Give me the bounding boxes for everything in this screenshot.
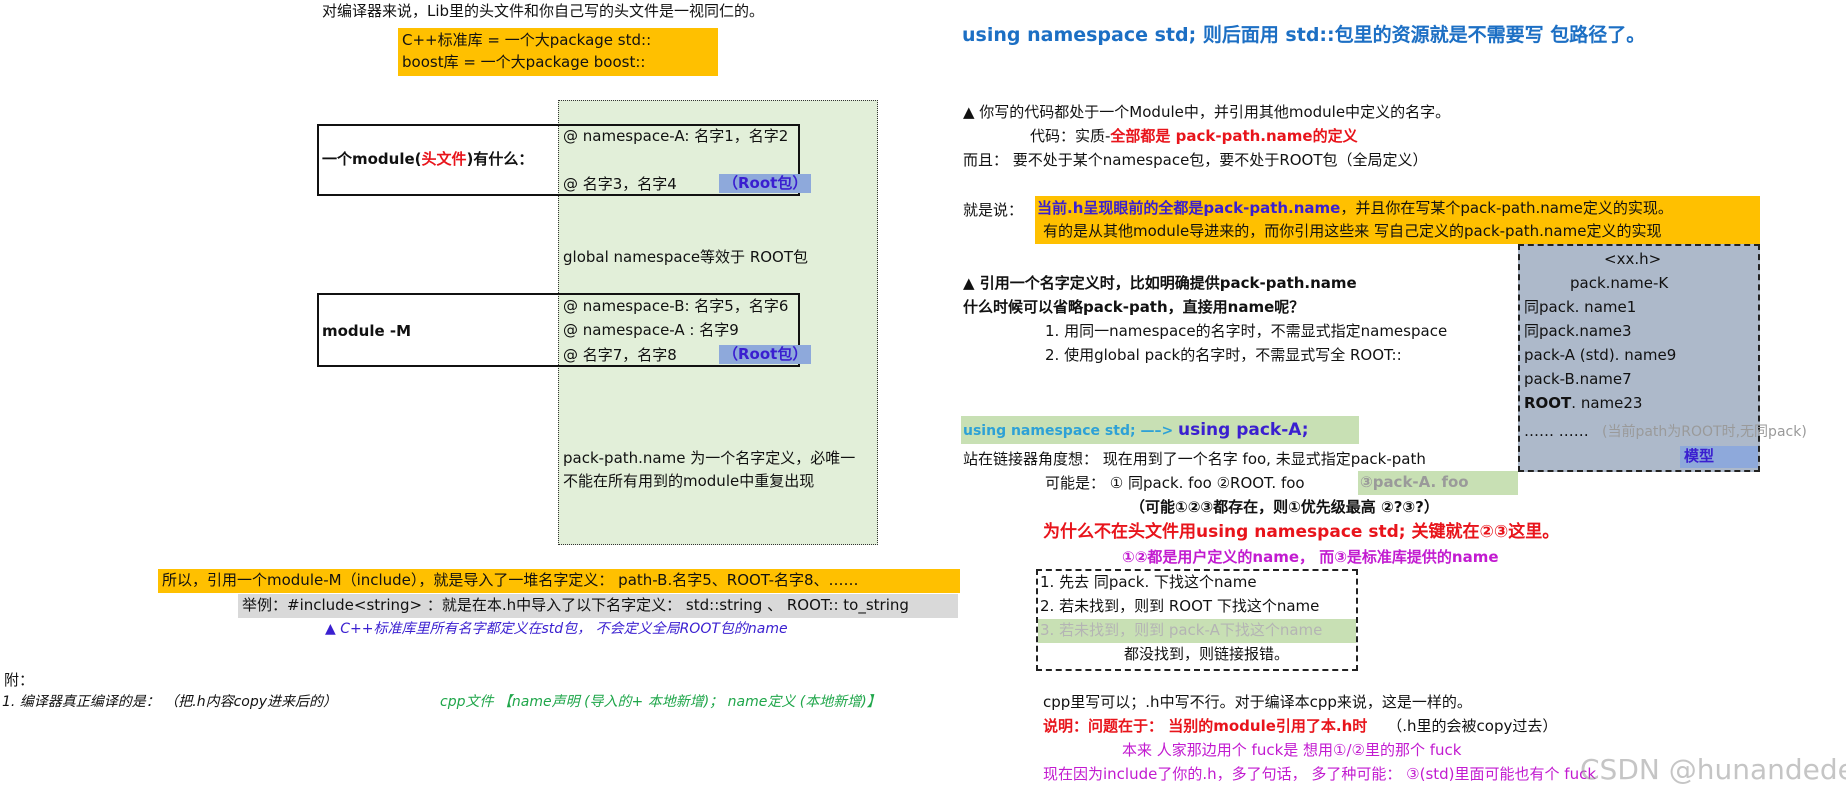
include-note-bar: 所以，引用一个module-M（include），就是导入了一堆名字定义： pa… bbox=[158, 569, 960, 593]
module2-namespace-a: @ namespace-A : 名字9 bbox=[563, 321, 739, 339]
module2-left-line bbox=[317, 293, 319, 367]
why-not-header: 为什么不在头文件用using namespace std; 关键就在②③这里。 bbox=[1043, 522, 1560, 542]
linker-pack-a-bg: ③pack-A. foo bbox=[1358, 471, 1518, 495]
step-3: 3. 若未找到，则到 pack-A下找这个name bbox=[1040, 621, 1323, 639]
that-is-line-2: 有的是从其他module导进来的，而你引用这些来 写自己定义的pack-path… bbox=[1043, 222, 1662, 240]
global-namespace-note: global namespace等效于 ROOT包 bbox=[563, 248, 809, 266]
module2-top-line bbox=[317, 293, 799, 295]
explanation-line-1: 说明：问题在于： 当别的module引用了本.h时 （.h里的会被copy过去） bbox=[1043, 717, 1557, 736]
module1-root-names: @ 名字3，名字4 bbox=[563, 175, 677, 193]
model-subheader: pack.name-K bbox=[1570, 274, 1669, 292]
using-pack-a: using pack-A; bbox=[1177, 420, 1309, 440]
lookup-steps-box: 1. 先去 同pack. 下找这个name 2. 若未找到，则到 ROOT 下找… bbox=[1036, 569, 1358, 671]
module1-bottom-line bbox=[317, 194, 799, 196]
that-is-line-1a: 当前.h呈现眼前的全都是pack-path.name bbox=[1037, 199, 1341, 217]
pack-def-line-2: 不能在所有用到的module中重复出现 bbox=[563, 472, 815, 490]
model-row-2: 同pack.name3 bbox=[1524, 322, 1632, 340]
module-note-1: ▲ 你写的代码都处于一个Module中，并引用其他module中定义的名字。 bbox=[963, 103, 1451, 121]
example-bar: 举例：#include<string> ：就是在本.h中导入了以下名字定义： s… bbox=[238, 594, 958, 618]
explanation-line-3: 现在因为include了你的.h，多了句话， 多了种可能： ③(std)里面可能… bbox=[1043, 765, 1597, 783]
module-note-2-red: 全部都是 pack-path.name的定义 bbox=[1110, 127, 1358, 145]
model-header: <xx.h> bbox=[1604, 250, 1662, 268]
std-package-line: C++标准库 = 一个大package std:: bbox=[402, 31, 652, 49]
module2-root-names: @ 名字7，名字8 bbox=[563, 346, 677, 364]
module1-left-line bbox=[317, 124, 319, 196]
model-row-5-rest: . name23 bbox=[1571, 394, 1643, 412]
explanation-red: 说明：问题在于： 当别的module引用了本.h时 bbox=[1043, 717, 1368, 735]
module-note-2-pre: 代码：实质- bbox=[1030, 127, 1111, 145]
model-row-6-note: (当前path为ROOT时,无同pack) bbox=[1602, 424, 1807, 440]
module-note-3: 而且： 要不处于某个namespace包，要不处于ROOT包（全局定义） bbox=[963, 151, 1428, 169]
step-2: 2. 若未找到，则到 ROOT 下找这个name bbox=[1040, 597, 1320, 615]
module2-namespace-b: @ namespace-B: 名字5，名字6 bbox=[563, 297, 789, 315]
module1-label: 一个module(头文件)有什么： bbox=[322, 150, 533, 169]
using-std: using namespace std; —–> bbox=[963, 423, 1174, 439]
linker-line-2: 可能是： ① 同pack. foo ②ROOT. foo bbox=[1045, 474, 1305, 492]
module1-label-pre: 一个module( bbox=[322, 150, 422, 168]
module2-bottom-line bbox=[317, 365, 799, 367]
module1-top-line bbox=[317, 124, 799, 126]
model-row-1: 同pack. name1 bbox=[1524, 298, 1637, 316]
explanation-rest: （.h里的会被copy过去） bbox=[1387, 717, 1558, 735]
appendix-line-2: cpp文件 【name声明 (导入的+ 本地新增)； name定义 (本地新增)… bbox=[440, 694, 881, 710]
answer-1: 1. 用同一namespace的名字时，不需显式指定namespace bbox=[1045, 322, 1448, 340]
that-is-line-1b: ，并且你在写某个pack-path.name定义的实现。 bbox=[1340, 199, 1673, 217]
model-row-5-root: ROOT bbox=[1524, 394, 1572, 412]
explanation-line-2: 本来 人家那边用个 fuck是 想用①/②里的那个 fuck bbox=[1122, 741, 1462, 759]
step-4: 都没找到，则链接报错。 bbox=[1124, 645, 1290, 663]
module1-label-post: )有什么： bbox=[466, 150, 534, 168]
std-boost-note: C++标准库 = 一个大package std:: boost库 = 一个大pa… bbox=[398, 28, 718, 76]
model-row-6: …… …… bbox=[1524, 422, 1589, 440]
that-is-bar: 当前.h呈现眼前的全都是pack-path.name，并且你在写某个pack-p… bbox=[1035, 196, 1760, 244]
linker-line-3: （可能①②③都存在，则①优先级最高 ②?③?） bbox=[1130, 498, 1439, 516]
appendix-title: 附： bbox=[4, 671, 35, 689]
linker-pack-a: ③pack-A. foo bbox=[1360, 473, 1469, 491]
module1-namespace-a: @ namespace-A: 名字1，名字2 bbox=[563, 127, 789, 145]
module2-label: module -M bbox=[322, 322, 412, 340]
model-row-5: ROOT. name23 bbox=[1524, 394, 1642, 413]
model-tag: 模型 bbox=[1684, 447, 1715, 465]
using-bar: using namespace std; —–> using pack-A; bbox=[961, 416, 1359, 444]
pack-def-line-1: pack-path.name 为一个名字定义，必唯一 bbox=[563, 449, 856, 467]
question-1: ▲ 引用一个名字定义时，比如明确提供pack-path.name bbox=[963, 274, 1357, 292]
cpp-ok-note: cpp里写可以；.h中写不行。对于编译本cpp来说，这是一样的。 bbox=[1043, 693, 1472, 711]
model-row-4: pack-B.name7 bbox=[1524, 370, 1632, 388]
include-note: 所以，引用一个module-M（include），就是导入了一堆名字定义： pa… bbox=[162, 571, 859, 589]
step-1: 1. 先去 同pack. 下找这个name bbox=[1040, 573, 1257, 591]
linker-line-1: 站在链接器角度想： 现在用到了一个名字 foo, 未显式指定pack-path bbox=[963, 450, 1426, 468]
why-sub: ①②都是用户定义的name， 而③是标准库提供的name bbox=[1122, 548, 1499, 566]
module1-root-tag: （Root包） bbox=[719, 174, 812, 193]
question-2: 什么时候可以省略pack-path，直接用name呢？ bbox=[963, 298, 1305, 316]
example-note: 举例：#include<string> ：就是在本.h中导入了以下名字定义： s… bbox=[242, 596, 909, 614]
module1-label-red: 头文件 bbox=[421, 150, 467, 168]
model-row-3: pack-A (std). name9 bbox=[1524, 346, 1677, 364]
model-tag-bg: 模型 bbox=[1680, 446, 1758, 468]
std-only-note: ▲ C++标准库里所有名字都定义在std包， 不会定义全局ROOT包的name bbox=[325, 621, 788, 637]
boost-package-line: boost库 = 一个大package boost:: bbox=[402, 53, 646, 71]
answer-2: 2. 使用global pack的名字时，不需显式写全 ROOT:: bbox=[1045, 346, 1402, 364]
module-note-2: 代码：实质-全部都是 pack-path.name的定义 bbox=[1030, 127, 1358, 146]
headline: using namespace std; 则后面用 std::包里的资源就是不需… bbox=[962, 24, 1646, 46]
module2-root-tag: （Root包） bbox=[719, 345, 812, 364]
using-line: using namespace std; —–> using pack-A; bbox=[963, 420, 1309, 441]
that-is-line-1: 当前.h呈现眼前的全都是pack-path.name，并且你在写某个pack-p… bbox=[1037, 199, 1673, 218]
that-is-label: 就是说： bbox=[963, 201, 1024, 219]
intro-text: 对编译器来说，Lib里的头文件和你自己写的头文件是一视同仁的。 bbox=[322, 2, 765, 20]
appendix-line-1: 1. 编译器真正编译的是： （把.h内容copy进来后的） bbox=[2, 694, 338, 710]
step-3-bg: 3. 若未找到，则到 pack-A下找这个name bbox=[1038, 619, 1356, 643]
watermark: CSDN @hunandede bbox=[1580, 753, 1846, 786]
